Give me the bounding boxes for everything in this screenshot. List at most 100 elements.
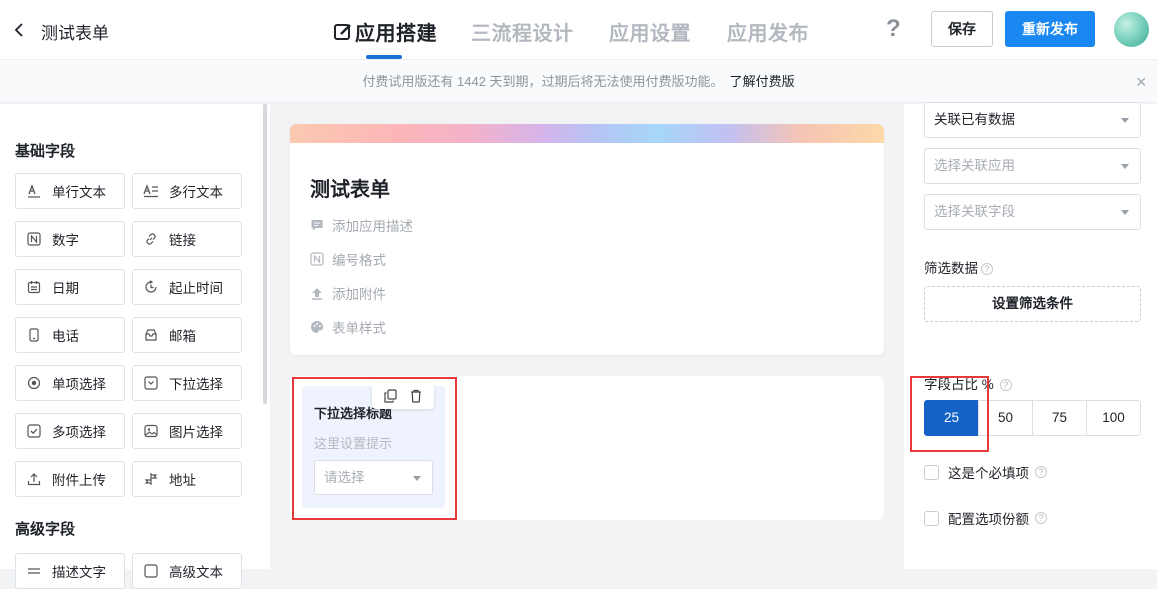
help-circle-icon[interactable]: ? [981, 263, 993, 276]
field-label: 图片选择 [169, 425, 223, 440]
checkbox-box[interactable] [924, 464, 939, 480]
checkbox-box[interactable] [924, 510, 939, 526]
related-app-select[interactable]: 选择关联应用 [924, 148, 1141, 184]
field-date[interactable]: 日期 [15, 269, 125, 305]
comment-icon [310, 218, 324, 232]
top-bar: 测试表单 应用搭建 三流程设计 应用设置 应用发布 ? 保存 重新发布 [0, 0, 1157, 60]
field-label: 下拉选择 [169, 377, 223, 392]
ratio-75[interactable]: 75 [1032, 400, 1087, 436]
edit-icon [333, 22, 353, 42]
ratio-100[interactable]: 100 [1086, 400, 1141, 436]
field-label: 单项选择 [52, 377, 106, 392]
upload-icon [26, 471, 42, 487]
radio-icon [26, 375, 42, 391]
trial-notice-bar: 付费试用版还有 1442 天到期，过期后将无法使用付费版功能。 了解付费版 × [0, 60, 1157, 103]
field-label: 描述文字 [52, 565, 106, 580]
back-icon[interactable] [14, 20, 28, 40]
field-attachment[interactable]: 附件上传 [15, 461, 125, 497]
form-banner [290, 124, 884, 143]
form-style-action[interactable]: 表单样式 [310, 317, 386, 337]
related-field-select[interactable]: 选择关联字段 [924, 194, 1141, 230]
set-filter-button[interactable]: 设置筛选条件 [924, 286, 1141, 322]
tab-process-design[interactable]: 三流程设计 [471, 17, 574, 46]
save-button[interactable]: 保存 [931, 11, 993, 47]
meta-label: 添加附件 [332, 287, 386, 302]
field-advanced-text[interactable]: 高级文本 [132, 553, 242, 589]
option-quota-label: 配置选项份额 [948, 512, 1029, 527]
help-circle-icon[interactable]: ? [999, 379, 1012, 392]
field-label: 日期 [52, 281, 79, 296]
description-text-icon [26, 563, 42, 579]
field-description-text[interactable]: 描述文字 [15, 553, 125, 589]
option-quota-checkbox[interactable]: 配置选项份额 ? [924, 508, 1047, 528]
field-single-choice[interactable]: 单项选择 [15, 365, 125, 401]
link-icon [143, 231, 159, 247]
field-label: 地址 [169, 473, 196, 488]
field-number[interactable]: 数字 [15, 221, 125, 257]
field-multi-choice[interactable]: 多项选择 [15, 413, 125, 449]
chevron-down-icon [1121, 164, 1129, 169]
meta-label: 表单样式 [332, 321, 386, 336]
close-icon[interactable]: × [1136, 73, 1147, 91]
field-label: 附件上传 [52, 473, 106, 488]
add-attachment-action[interactable]: 添加附件 [310, 283, 386, 303]
tab-app-build-label: 应用搭建 [355, 23, 437, 45]
trial-notice-text: 付费试用版还有 1442 天到期，过期后将无法使用付费版功能。 [362, 74, 724, 89]
field-label: 起止时间 [169, 281, 223, 296]
field-address[interactable]: 地址 [132, 461, 242, 497]
field-label: 链接 [169, 233, 196, 248]
number-format-action[interactable]: 编号格式 [310, 249, 386, 269]
field-link[interactable]: 链接 [132, 221, 242, 257]
basic-fields-title: 基础字段 [15, 143, 76, 160]
help-circle-icon[interactable]: ? [1035, 512, 1047, 524]
field-dropdown[interactable]: 下拉选择 [132, 365, 242, 401]
data-source-select[interactable]: 关联已有数据 [924, 102, 1141, 138]
image-icon [143, 423, 159, 439]
dropdown-icon [143, 375, 159, 391]
tab-app-settings[interactable]: 应用设置 [609, 17, 691, 46]
location-icon [143, 471, 159, 487]
field-email[interactable]: 邮箱 [132, 317, 242, 353]
avatar[interactable] [1114, 12, 1149, 47]
highlight-dropdown-field [292, 377, 457, 520]
form-header-card: 测试表单 添加应用描述 编号格式 添加附件 表单样式 [290, 124, 884, 355]
app-title: 测试表单 [41, 24, 109, 43]
filter-data-text: 筛选数据 [924, 261, 978, 276]
help-icon[interactable]: ? [886, 15, 901, 43]
related-app-placeholder: 选择关联应用 [934, 158, 1015, 173]
learn-paid-link[interactable]: 了解付费版 [730, 74, 795, 89]
meta-label: 编号格式 [332, 253, 386, 268]
field-phone[interactable]: 电话 [15, 317, 125, 353]
checkbox-icon [26, 423, 42, 439]
single-line-text-icon [26, 183, 42, 199]
palette-icon [310, 320, 324, 334]
required-checkbox[interactable]: 这是个必填项 ? [924, 462, 1047, 482]
republish-button[interactable]: 重新发布 [1005, 11, 1095, 47]
mail-icon [143, 327, 159, 343]
advanced-text-icon [143, 563, 159, 579]
multi-line-text-icon [143, 183, 159, 199]
number-icon [26, 231, 42, 247]
help-circle-icon[interactable]: ? [1035, 466, 1047, 478]
required-label: 这是个必填项 [948, 466, 1029, 481]
field-image-choice[interactable]: 图片选择 [132, 413, 242, 449]
number-format-icon [310, 252, 324, 266]
add-description-action[interactable]: 添加应用描述 [310, 215, 413, 235]
palette-scrollbar[interactable] [263, 104, 267, 404]
time-range-icon [143, 279, 159, 295]
field-label: 数字 [52, 233, 79, 248]
field-label: 多行文本 [169, 185, 223, 200]
tab-app-build[interactable]: 应用搭建 [333, 17, 437, 46]
highlight-ratio-25 [910, 376, 989, 452]
advanced-fields-title: 高级字段 [15, 521, 76, 538]
field-label: 邮箱 [169, 329, 196, 344]
field-label: 高级文本 [169, 565, 223, 580]
active-tab-indicator [366, 55, 402, 59]
field-multi-line-text[interactable]: 多行文本 [132, 173, 242, 209]
tab-app-publish[interactable]: 应用发布 [727, 17, 809, 46]
field-time-range[interactable]: 起止时间 [132, 269, 242, 305]
field-single-line-text[interactable]: 单行文本 [15, 173, 125, 209]
form-title[interactable]: 测试表单 [310, 173, 390, 202]
filter-data-label: 筛选数据? [924, 257, 993, 277]
phone-icon [26, 327, 42, 343]
